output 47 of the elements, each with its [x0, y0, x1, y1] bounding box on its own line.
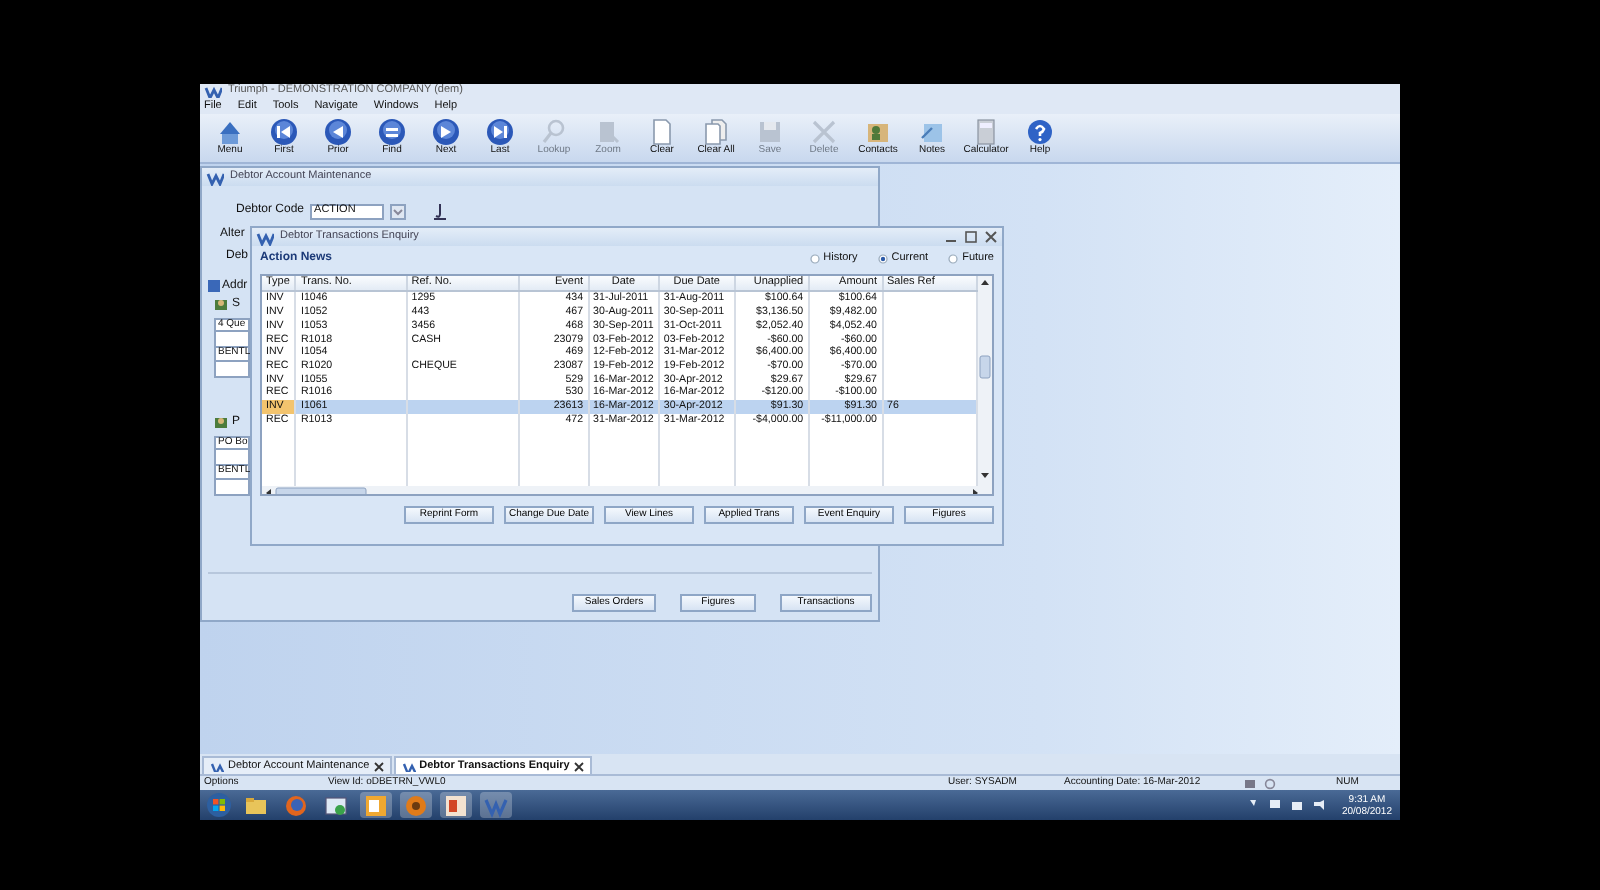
app-logo-icon	[206, 169, 224, 185]
first-icon	[270, 118, 298, 147]
previous-icon	[324, 118, 352, 147]
person-icon	[214, 415, 228, 430]
flower-icon[interactable]	[404, 793, 428, 817]
hook-icon[interactable]	[434, 202, 447, 220]
app-logo-icon	[210, 760, 224, 772]
calculator-icon	[972, 118, 1000, 147]
mail-icon[interactable]	[364, 793, 388, 817]
next-icon	[432, 118, 460, 147]
window-icon[interactable]	[324, 793, 348, 817]
app-logo-icon	[256, 229, 274, 245]
notes-icon	[918, 118, 946, 147]
folder-icon[interactable]	[244, 793, 268, 817]
delete-icon	[810, 118, 838, 147]
start-icon[interactable]	[206, 792, 232, 818]
dropdown-icon[interactable]	[390, 203, 407, 219]
maximize-icon[interactable]	[964, 230, 978, 244]
close-icon[interactable]	[984, 230, 998, 244]
app-logo-icon	[401, 760, 416, 772]
address-field[interactable]	[214, 450, 250, 466]
person-icon	[214, 297, 228, 312]
search-icon	[540, 118, 568, 147]
radio-icon	[809, 253, 820, 264]
address-field[interactable]	[214, 362, 250, 378]
page-icon	[648, 118, 676, 147]
refresh-icon	[1264, 777, 1276, 789]
lock-icon	[1244, 777, 1256, 789]
app-logo-icon	[204, 83, 222, 99]
globe-icon[interactable]	[284, 793, 308, 817]
radio-icon	[948, 253, 959, 264]
pages-icon	[702, 118, 730, 147]
close-icon[interactable]	[373, 761, 384, 771]
close-icon[interactable]	[573, 761, 584, 771]
vertical-scrollbar[interactable]	[978, 275, 992, 494]
address-field[interactable]	[214, 480, 250, 496]
document-icon	[594, 118, 622, 147]
address-field[interactable]	[214, 332, 250, 348]
home-icon	[216, 118, 244, 147]
slides-icon[interactable]	[444, 793, 468, 817]
help-icon	[1026, 118, 1054, 147]
tab-icon	[208, 280, 220, 293]
contacts-icon	[864, 118, 892, 147]
radio-icon	[877, 253, 888, 264]
save-icon	[756, 118, 784, 147]
equals-icon	[378, 118, 406, 147]
last-icon	[486, 118, 514, 147]
